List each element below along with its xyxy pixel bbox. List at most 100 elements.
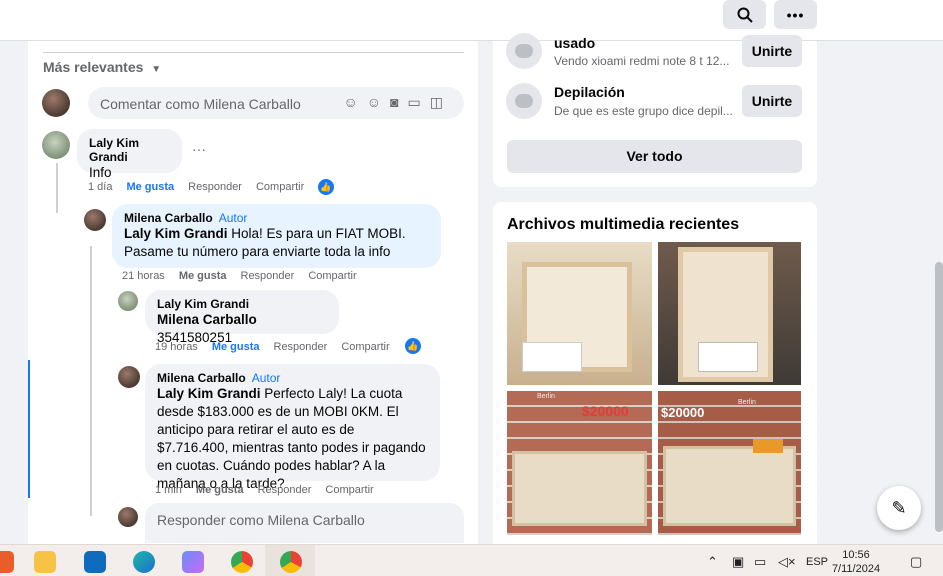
comment-actions: 1 min Me gusta Responder Compartir (155, 484, 388, 496)
file-explorer-icon[interactable] (34, 551, 56, 573)
reply-link[interactable]: Responder (241, 270, 295, 282)
group-icon (506, 83, 542, 119)
media-thumbnail[interactable] (507, 242, 652, 385)
comment-time[interactable]: 19 horas (155, 341, 198, 353)
avatar-sticker-icon[interactable]: ☺ (343, 94, 366, 110)
battery-icon[interactable]: ▭ (754, 554, 766, 570)
scrollbar[interactable] (935, 262, 943, 532)
like-link[interactable]: Me gusta (179, 270, 227, 282)
avatar[interactable] (118, 291, 138, 311)
groups-card: usado Vendo xioami redmi note 8 t 12... … (493, 33, 817, 187)
gif-icon[interactable]: ▭ (408, 94, 430, 110)
comment-placeholder: Comentar como Milena Carballo (100, 96, 301, 112)
chevron-up-icon[interactable]: ⌃ (707, 554, 718, 570)
author-badge: Autor (218, 211, 248, 225)
sort-label: Más relevantes (43, 59, 144, 75)
search-button[interactable] (723, 0, 766, 29)
language-indicator[interactable]: ESP (806, 556, 828, 568)
comment-actions: 21 horas Me gusta Responder Compartir (122, 270, 371, 282)
share-link[interactable]: Compartir (308, 270, 356, 282)
comment-time[interactable]: 1 día (88, 181, 112, 193)
avatar[interactable] (42, 131, 70, 159)
price-tag: $20000 (661, 405, 705, 420)
like-link[interactable]: Me gusta (196, 484, 244, 496)
avatar[interactable] (118, 507, 138, 527)
comment-text: Perfecto Laly! La cuota desde $183.000 e… (157, 386, 426, 491)
comment-time[interactable]: 21 horas (122, 270, 165, 282)
copilot-icon[interactable] (182, 551, 204, 573)
more-icon: ••• (786, 6, 805, 23)
media-thumbnail[interactable]: $20000 Berlin (507, 391, 652, 535)
comment-options-icon[interactable]: ··· (192, 141, 206, 157)
comment-bubble: Laly Kim Grandi Milena Carballo 35415802… (145, 290, 339, 345)
avatar[interactable] (42, 89, 70, 117)
group-title[interactable]: usado (554, 35, 595, 51)
camera-icon[interactable]: ◙ (390, 94, 407, 110)
see-all-button[interactable]: Ver todo (507, 140, 802, 173)
reply-link[interactable]: Responder (274, 341, 328, 353)
like-link[interactable]: Me gusta (126, 181, 174, 193)
media-title: Archivos multimedia recientes (507, 216, 740, 233)
join-button[interactable]: Unirte (742, 35, 802, 67)
new-message-button[interactable]: ✎ (877, 486, 921, 530)
focus-indicator (28, 360, 30, 498)
comment-author[interactable]: Laly Kim Grandi (157, 297, 327, 311)
mention-link[interactable]: Laly Kim Grandi (157, 386, 261, 401)
like-reaction-icon[interactable]: 👍 (318, 179, 334, 195)
top-bar: ••• (0, 0, 943, 41)
usb-icon[interactable]: ▣ (732, 554, 744, 570)
thread-line (90, 246, 92, 516)
media-thumbnail[interactable]: $20000 Berlin (658, 391, 801, 535)
avatar[interactable] (84, 209, 106, 231)
avatar[interactable] (118, 366, 140, 388)
divider (43, 52, 464, 53)
media-card: Archivos multimedia recientes $20000 Ber… (493, 202, 817, 544)
reply-input[interactable]: Responder como Milena Carballo (145, 503, 464, 543)
sort-dropdown[interactable]: Más relevantes ▼ (43, 59, 161, 75)
sticker-icon[interactable]: ◫ (430, 94, 452, 110)
volume-muted-icon[interactable]: ◁× (778, 554, 796, 570)
search-icon (737, 7, 753, 23)
mention-link[interactable]: Laly Kim Grandi (124, 226, 228, 241)
edge-icon[interactable] (133, 551, 155, 573)
group-subtitle: De que es este grupo dice depil... (554, 104, 733, 118)
like-reaction-icon[interactable]: 👍 (405, 338, 421, 354)
share-link[interactable]: Compartir (256, 181, 304, 193)
comment-author[interactable]: Laly Kim Grandi (89, 136, 170, 164)
comment-actions: 1 día Me gusta Responder Compartir (88, 181, 318, 193)
reply-link[interactable]: Responder (258, 484, 312, 496)
comment-actions: 19 horas Me gusta Responder Compartir (155, 341, 404, 353)
reply-link[interactable]: Responder (188, 181, 242, 193)
composer-icons: ☺☺◙▭◫ (343, 94, 452, 111)
thread-line (56, 163, 58, 213)
comment-time[interactable]: 1 min (155, 484, 182, 496)
comment-bubble: Laly Kim Grandi Info (77, 129, 182, 180)
more-button[interactable]: ••• (774, 0, 817, 29)
emoji-icon[interactable]: ☺ (367, 94, 390, 110)
group-title[interactable]: Depilación (554, 84, 625, 100)
caret-down-icon: ▼ (151, 64, 162, 75)
share-link[interactable]: Compartir (341, 341, 389, 353)
author-badge: Autor (251, 371, 281, 385)
comment-author[interactable]: Milena Carballo (124, 211, 213, 225)
media-thumbnail[interactable] (658, 242, 801, 385)
join-button[interactable]: Unirte (742, 85, 802, 117)
comment-author[interactable]: Milena Carballo (157, 371, 246, 385)
like-link[interactable]: Me gusta (212, 341, 260, 353)
comments-panel: Más relevantes ▼ Comentar como Milena Ca… (28, 41, 478, 544)
image-caption: Berlin (537, 393, 555, 400)
comment-bubble: Milena Carballo Autor Laly Kim Grandi Per… (145, 364, 440, 491)
start-icon[interactable] (0, 551, 14, 573)
group-icon (506, 33, 542, 69)
mention-link[interactable]: Milena Carballo (157, 312, 257, 327)
mail-icon[interactable] (84, 551, 106, 573)
clock[interactable]: 10:56 7/11/2024 (830, 548, 882, 576)
chrome-icon[interactable] (231, 551, 253, 573)
notifications-icon[interactable]: ▢ (910, 554, 922, 570)
comment-input[interactable]: Comentar como Milena Carballo ☺☺◙▭◫ (88, 87, 464, 119)
share-link[interactable]: Compartir (325, 484, 373, 496)
chrome-profile-icon[interactable] (280, 551, 302, 573)
price-tag: $20000 (582, 403, 629, 419)
group-subtitle: Vendo xioami redmi note 8 t 12... (554, 54, 730, 68)
taskbar: ⌃ ▣ ▭ ◁× ESP 10:56 7/11/2024 ▢ (0, 544, 943, 576)
